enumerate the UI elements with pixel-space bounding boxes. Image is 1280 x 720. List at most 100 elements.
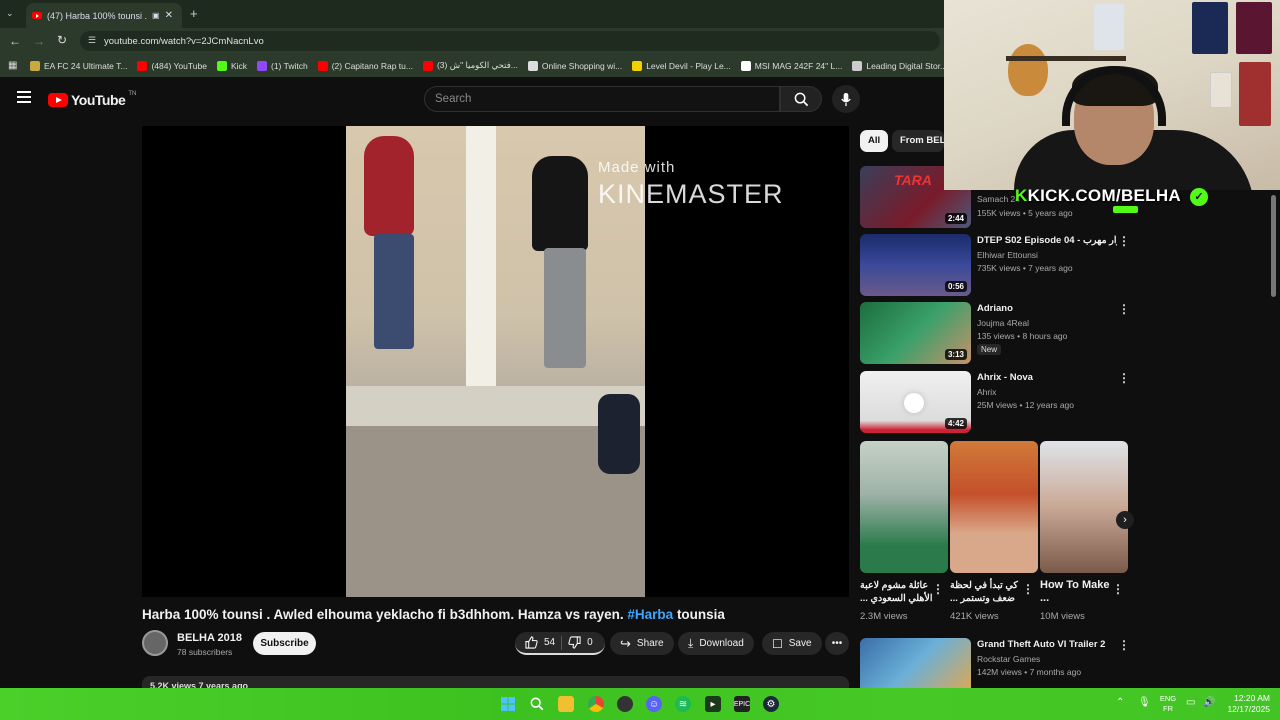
- chip-all[interactable]: All: [860, 130, 889, 152]
- short-title[interactable]: عائلة مشوم لاعبة الأهلي السعودي ...: [860, 579, 940, 605]
- wall-poster: [1236, 2, 1272, 54]
- short-thumb[interactable]: [950, 441, 1038, 573]
- tab-media-icon[interactable]: ▣: [152, 11, 160, 20]
- network-icon[interactable]: ▭: [1186, 697, 1195, 708]
- spotify-icon[interactable]: ≋: [675, 696, 691, 712]
- tab-close-icon[interactable]: ✕: [165, 10, 173, 21]
- lang-secondary: FR: [1163, 704, 1173, 713]
- tray-chevron-icon[interactable]: ⌃: [1116, 697, 1124, 708]
- bookmark-favicon-icon: [852, 60, 863, 71]
- reload-icon[interactable]: ↻: [57, 33, 67, 47]
- windows-start-icon[interactable]: [500, 696, 516, 712]
- microphone-tray-icon[interactable]: 🎙: [1138, 697, 1151, 708]
- more-vert-icon[interactable]: ⋮: [1022, 582, 1034, 596]
- video-player[interactable]: Made with KINEMASTER: [142, 126, 849, 597]
- related-video-channel[interactable]: Ahrix: [977, 387, 996, 397]
- channel-name[interactable]: BELHA 2018: [177, 632, 242, 644]
- epic-games-icon[interactable]: EPIC: [734, 696, 750, 712]
- like-button[interactable]: 54: [525, 636, 555, 649]
- related-video-channel[interactable]: Joujma 4Real: [977, 318, 1029, 328]
- forward-icon[interactable]: →: [33, 34, 45, 48]
- more-vert-icon[interactable]: ⋮: [1112, 582, 1124, 596]
- related-video-title[interactable]: Adriano: [977, 303, 1117, 314]
- related-video-title[interactable]: Grand Theft Auto VI Trailer 2: [977, 639, 1117, 650]
- bookmark-item[interactable]: (484) YouTube: [137, 60, 207, 71]
- more-vert-icon[interactable]: ⋮: [1118, 638, 1130, 652]
- bookmark-item[interactable]: Leading Digital Stor...: [852, 60, 944, 71]
- bookmark-item[interactable]: Level Devil - Play Le...: [632, 60, 731, 71]
- save-button[interactable]: ☐ Save: [762, 632, 822, 655]
- kinemaster-watermark: Made with KINEMASTER: [598, 148, 849, 210]
- browser-tab-active[interactable]: (47) Harba 100% tounsi . Aw ▣ ✕: [26, 3, 182, 28]
- search-input[interactable]: Search: [424, 86, 780, 112]
- short-title[interactable]: كي تبدأ في لحظة ضعف وتستمر ...: [950, 579, 1030, 605]
- chrome-icon[interactable]: [588, 696, 604, 712]
- page-scrollbar[interactable]: [1271, 195, 1276, 297]
- bookmark-favicon-icon: [30, 60, 40, 71]
- steam-icon[interactable]: ⚙: [763, 696, 779, 712]
- related-video-thumb[interactable]: 0:56: [860, 234, 971, 296]
- tab-search-icon[interactable]: ⌄: [6, 8, 20, 20]
- more-vert-icon[interactable]: ⋮: [1118, 371, 1130, 385]
- url-field[interactable]: ☰ youtube.com/watch?v=2JCmNacnLvo: [80, 31, 940, 51]
- site-info-icon[interactable]: ☰: [88, 35, 96, 46]
- channel-avatar[interactable]: [142, 630, 168, 656]
- new-tab-icon[interactable]: +: [190, 6, 198, 21]
- related-video-title[interactable]: DTEP S02 Episode 04 - قرار مهرب: [977, 235, 1117, 246]
- bookmark-item[interactable]: Online Shopping wi...: [527, 60, 622, 71]
- bookmark-label: Kick: [230, 60, 247, 71]
- short-title[interactable]: How To Make ...: [1040, 579, 1120, 605]
- more-vert-icon[interactable]: ⋮: [932, 582, 944, 596]
- short-thumb[interactable]: [860, 441, 948, 573]
- related-video-channel[interactable]: Samach 24: [977, 194, 1020, 204]
- search-button[interactable]: [780, 86, 822, 112]
- file-explorer-icon[interactable]: [558, 696, 574, 712]
- youtube-logo[interactable]: YouTube TN: [48, 91, 136, 108]
- youtube-logo-text: YouTube: [71, 92, 126, 108]
- share-button[interactable]: ↪ Share: [610, 632, 674, 655]
- app-icon-dark[interactable]: [617, 696, 633, 712]
- bookmark-label: Leading Digital Stor...: [866, 60, 944, 71]
- chip-from-channel[interactable]: From BELH: [892, 130, 944, 152]
- short-thumb[interactable]: [1040, 441, 1128, 573]
- bookmark-item[interactable]: EA FC 24 Ultimate T...: [30, 60, 127, 71]
- subscribe-button[interactable]: Subscribe: [253, 632, 316, 655]
- more-actions-button[interactable]: •••: [825, 632, 849, 655]
- taskbar-search-icon[interactable]: [529, 696, 545, 712]
- bookmark-item[interactable]: MSI MAG 242F 24" L...: [740, 60, 842, 71]
- related-video-thumb[interactable]: 3:13: [860, 302, 971, 364]
- related-video-thumb[interactable]: [860, 638, 971, 688]
- discord-icon[interactable]: ☺: [646, 696, 662, 712]
- apps-grid-icon[interactable]: ▦: [8, 60, 17, 71]
- browser-tab-bar: ⌄ (47) Harba 100% tounsi . Aw ▣ ✕ +: [0, 0, 944, 28]
- related-video-title[interactable]: Ahrix - Nova: [977, 372, 1117, 383]
- related-video-channel[interactable]: Elhiwar Ettounsi: [977, 250, 1038, 260]
- dislike-button[interactable]: 0: [568, 636, 593, 649]
- related-video-channel[interactable]: Rockstar Games: [977, 654, 1040, 664]
- video-title-hashtag[interactable]: #Harba: [627, 607, 673, 622]
- bookmark-item[interactable]: (3) فتحي الكوميا "ش...: [422, 60, 518, 71]
- bookmarks-bar: ▦ EA FC 24 Ultimate T... (484) YouTube Kic…: [0, 54, 944, 78]
- youtube-favicon-icon: [32, 12, 42, 19]
- hamburger-menu-icon[interactable]: [17, 91, 31, 103]
- download-button[interactable]: ⤓ Download: [678, 632, 754, 655]
- more-horizontal-icon: •••: [831, 638, 843, 649]
- back-icon[interactable]: ←: [9, 34, 21, 48]
- bookmark-item[interactable]: (1) Twitch: [257, 60, 308, 71]
- more-vert-icon[interactable]: ⋮: [1118, 302, 1130, 316]
- related-video-thumb[interactable]: 4:42: [860, 371, 971, 433]
- shorts-next-button[interactable]: ›: [1116, 511, 1134, 529]
- chip-from-channel-label: From BELH: [900, 135, 944, 146]
- clock-time: 12:20 AM: [1234, 693, 1270, 703]
- game-launcher-icon[interactable]: ▸: [705, 696, 721, 712]
- bookmark-item[interactable]: (2) Capitano Rap tu...: [317, 60, 413, 71]
- more-vert-icon[interactable]: ⋮: [1118, 234, 1130, 248]
- voice-search-button[interactable]: [832, 85, 860, 113]
- bookmark-item[interactable]: Kick: [216, 60, 247, 71]
- system-clock[interactable]: 12:20 AM 12/17/2025: [1222, 693, 1270, 715]
- chip-all-label: All: [868, 135, 881, 146]
- input-language[interactable]: ENG FR: [1157, 694, 1179, 714]
- wall-poster: [1192, 2, 1228, 54]
- volume-icon[interactable]: 🔊: [1203, 697, 1215, 708]
- video-duration: 0:56: [944, 281, 967, 292]
